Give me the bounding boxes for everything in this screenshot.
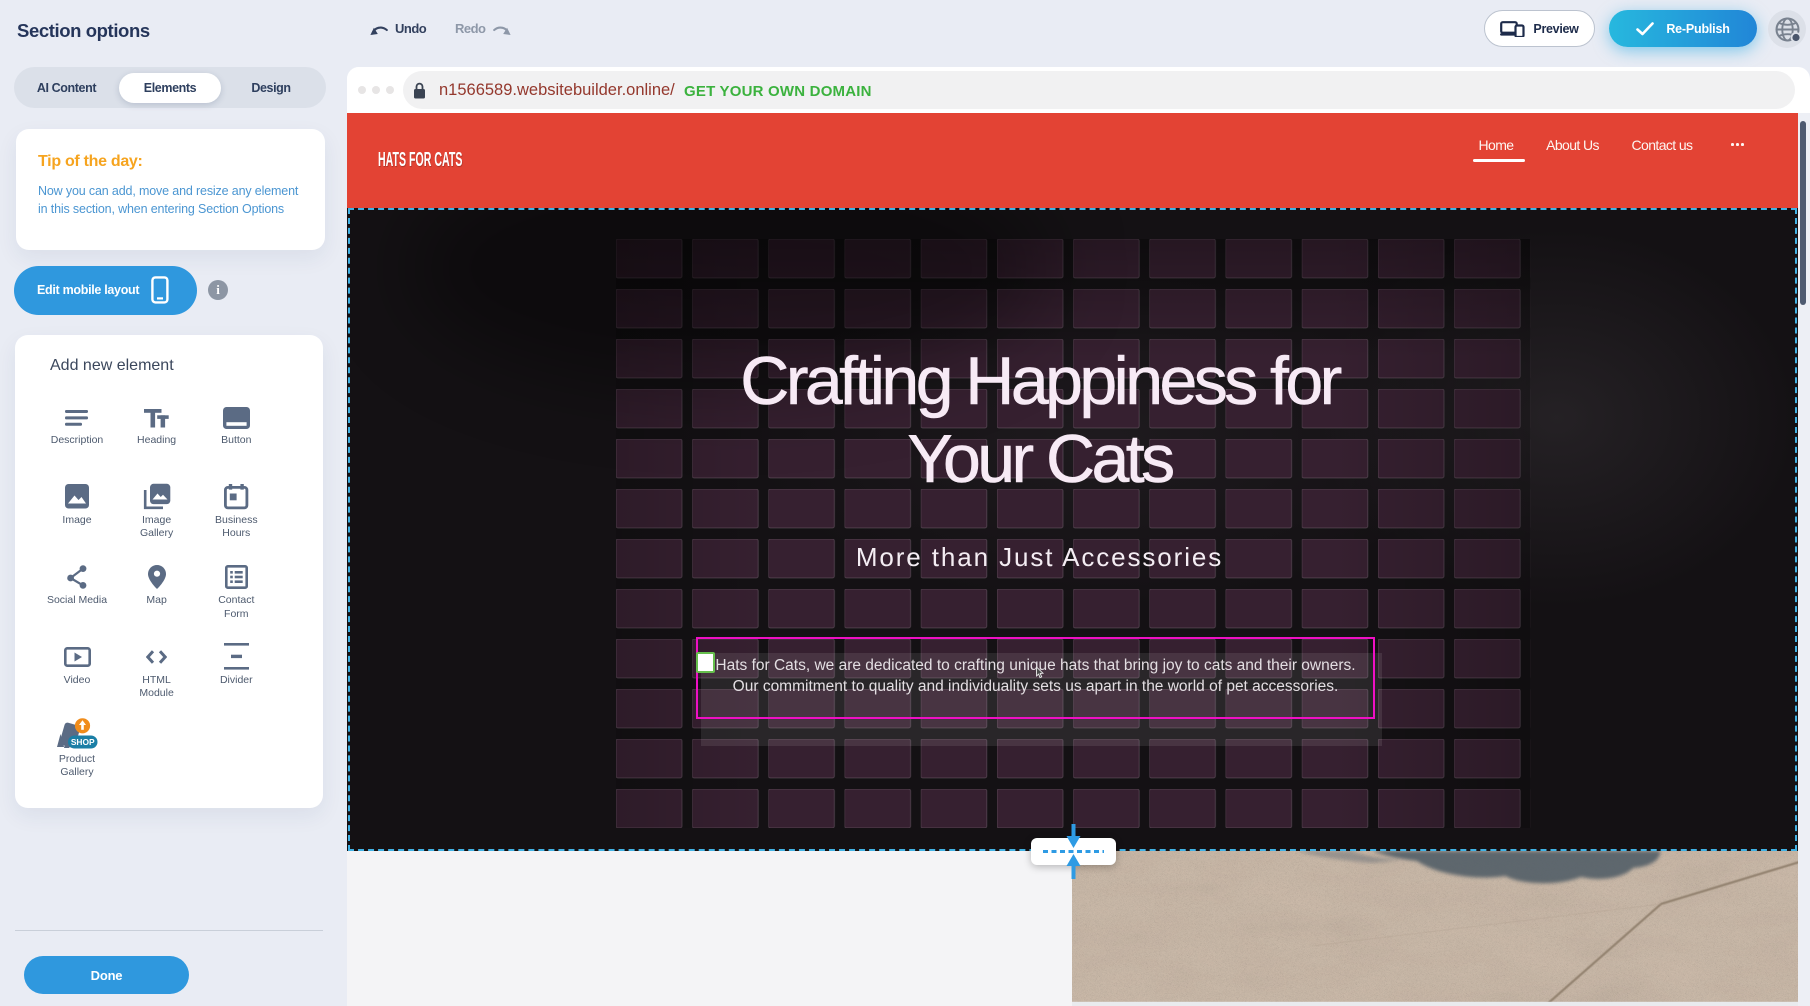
svg-text:SHOP: SHOP [71,737,95,747]
